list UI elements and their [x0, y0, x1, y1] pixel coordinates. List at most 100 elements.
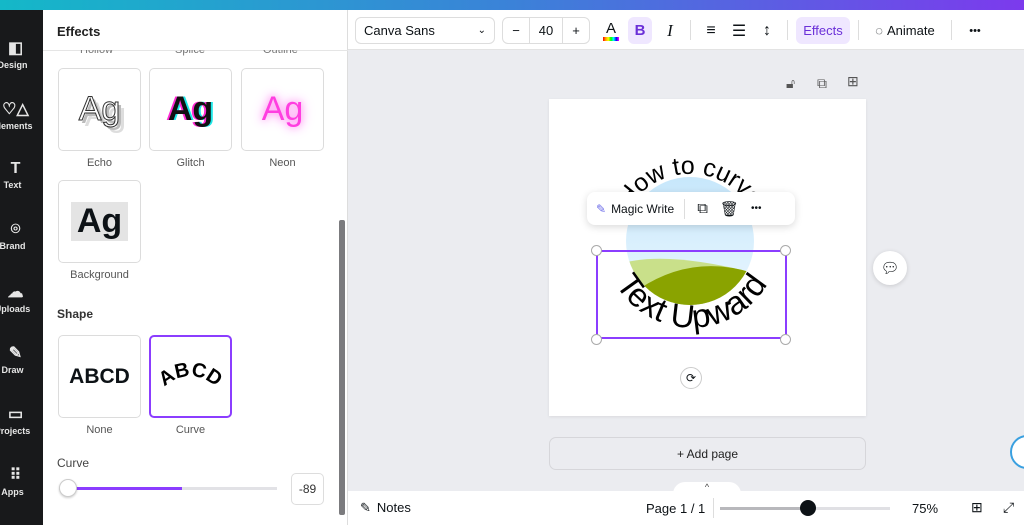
list-icon[interactable]: ☰ [728, 17, 750, 44]
rail-item-label: Apps [1, 487, 24, 497]
rail-item-label: Draw [1, 365, 24, 375]
rail-item-projects[interactable]: ▭ Projects [0, 404, 43, 436]
panel-title: Effects [57, 24, 101, 39]
animate-button[interactable]: ◌ Animate [868, 17, 942, 44]
add-page-icon[interactable]: ⊞ [847, 73, 859, 90]
rail-item-draw[interactable]: ✎ Draw [0, 343, 43, 375]
curve-value-input[interactable]: -89 [291, 473, 324, 505]
assistant-button[interactable] [1010, 435, 1024, 469]
rail-item-label: Design [0, 60, 28, 70]
lock-icon[interactable]: 🔓︎ [786, 75, 795, 92]
rail-item-design[interactable]: ◧ Design [0, 38, 43, 70]
spacing-icon[interactable]: ↕ [756, 17, 778, 44]
uploads-icon: ☁ [7, 284, 24, 301]
effect-echo[interactable]: Ag [58, 68, 141, 151]
magic-write-button[interactable]: ✎ Magic Write [587, 198, 686, 219]
font-select[interactable]: Canva Sans ⌄ [355, 17, 495, 44]
add-page-button[interactable]: + Add page [549, 437, 866, 470]
zoom-slider-thumb[interactable] [800, 500, 816, 516]
svg-text:ABCD: ABCD [155, 358, 226, 390]
rail-item-label: Text [3, 180, 22, 190]
resize-handle[interactable] [780, 334, 791, 345]
left-rail: ◧ Design ♡△ Elements T Text ⌾ Brand ☁ Uploads ✎ Dra… [0, 10, 43, 525]
text-icon: T [10, 160, 21, 177]
align-center-icon[interactable]: ≡ [700, 17, 722, 44]
duplicate-page-icon[interactable]: ⧉ [817, 75, 827, 92]
rotate-handle[interactable]: ⟳ [680, 367, 702, 389]
rail-item-elements[interactable]: ♡△ Elements [0, 99, 43, 131]
effect-neon[interactable]: Ag [241, 68, 324, 151]
italic-button[interactable]: I [658, 17, 682, 44]
design-page[interactable]: How to curve Text Upward ⟳ [549, 99, 866, 416]
divider [858, 20, 859, 40]
fullscreen-icon[interactable]: ⤢ [1003, 499, 1014, 516]
bold-button[interactable]: B [628, 17, 652, 44]
effects-button[interactable]: Effects [796, 17, 850, 44]
top-header-bar [0, 0, 1024, 10]
curve-slider[interactable] [59, 479, 277, 497]
apps-icon: ⠿ [9, 467, 22, 484]
effect-echo-label: Echo [86, 157, 113, 169]
curve-slider-thumb[interactable] [59, 479, 77, 497]
notes-icon: ✎ [360, 500, 371, 515]
increase-size-button[interactable]: + [563, 23, 589, 38]
element-context-menu: ✎ Magic Write ⧉ 🗑︎ ••• [587, 192, 795, 225]
resize-handle[interactable] [780, 245, 791, 256]
more-options-button[interactable]: ••• [751, 203, 762, 214]
rail-item-brand[interactable]: ⌾ Brand [0, 221, 43, 251]
comment-button[interactable]: 💬︎ [873, 251, 907, 285]
rail-item-label: Elements [0, 121, 33, 131]
text-color-button[interactable]: A [599, 17, 623, 44]
shape-section-title: Shape [57, 307, 94, 321]
chevron-down-icon: ⌄ [477, 25, 486, 36]
effect-neon-label: Neon [269, 157, 296, 169]
rail-item-text[interactable]: T Text [0, 160, 43, 190]
effect-glitch[interactable]: Ag [149, 68, 232, 151]
effect-glitch-label: Glitch [176, 157, 205, 169]
effect-label-splice: Splice [175, 50, 205, 56]
design-icon: ◧ [7, 40, 24, 57]
bottom-bar: ✎ Notes Page 1 / 1 75% ⊞ ⤢ [348, 491, 1024, 525]
effect-label-hollow: Hollow [80, 50, 114, 56]
curve-slider-fill [69, 487, 182, 490]
brand-icon: ⌾ [10, 221, 21, 238]
elements-icon: ♡△ [2, 101, 29, 118]
effect-background[interactable]: Ag [58, 180, 141, 263]
zoom-slider-fill [720, 507, 808, 510]
panel-scrollbar[interactable] [339, 220, 345, 515]
font-size-input[interactable]: 40 [529, 17, 563, 44]
text-toolbar: Canva Sans ⌄ − 40 + A B I ≡ ☰ ↕ Effects ◌… [348, 10, 1024, 50]
zoom-slider[interactable] [720, 500, 890, 516]
page-indicator[interactable]: Page 1 / 1 [646, 501, 705, 516]
divider [951, 20, 952, 40]
shape-none-label: None [86, 424, 113, 436]
animate-icon: ◌ [875, 23, 884, 38]
decrease-size-button[interactable]: − [503, 23, 529, 38]
shape-none[interactable]: ABCD [58, 335, 141, 418]
curve-sample: ABCD [155, 358, 226, 390]
effect-label-outline: Outline [263, 50, 298, 56]
shape-curve[interactable]: ABCD [149, 335, 232, 418]
grid-view-icon[interactable]: ⊞ [971, 499, 983, 516]
selection-box[interactable] [596, 250, 787, 339]
rail-item-label: Projects [0, 426, 31, 436]
duplicate-icon[interactable]: ⧉ [697, 200, 708, 217]
resize-handle[interactable] [591, 245, 602, 256]
font-size-stepper[interactable]: − 40 + [502, 17, 590, 44]
divider [713, 498, 714, 518]
resize-handle[interactable] [591, 334, 602, 345]
rail-item-uploads[interactable]: ☁ Uploads [0, 282, 43, 314]
magic-pen-icon: ✎ [596, 201, 607, 216]
more-options-button[interactable]: ••• [960, 17, 990, 44]
rail-item-label: Uploads [0, 304, 31, 314]
rail-item-apps[interactable]: ⠿ Apps [0, 465, 43, 497]
effect-background-label: Background [70, 269, 129, 281]
rail-item-label: Brand [0, 241, 26, 251]
add-comment-icon: 💬︎ [880, 260, 900, 277]
divider [690, 20, 691, 40]
draw-icon: ✎ [8, 345, 23, 362]
notes-button[interactable]: ✎ Notes [360, 500, 411, 516]
trash-icon[interactable]: 🗑︎ [720, 200, 739, 218]
projects-icon: ▭ [7, 406, 24, 423]
zoom-level[interactable]: 75% [912, 501, 938, 516]
